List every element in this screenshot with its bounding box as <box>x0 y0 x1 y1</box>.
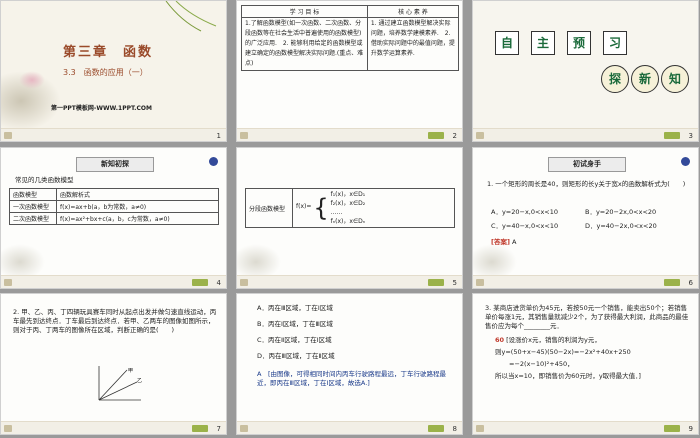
slide-thumbnail-3[interactable]: 自 主 预 习 探 新 知 3 <box>472 0 699 142</box>
brace-symbol: { <box>313 194 329 222</box>
option-b: B．丙在Ⅰ区域，丁在Ⅲ区域 <box>257 320 333 328</box>
home-icon[interactable] <box>240 132 248 139</box>
slide-thumbnail-2[interactable]: 学 习 目 标 核 心 素 养 1.了解函数模型(如一次函数、二次函数、分段函数… <box>236 0 463 142</box>
graph-label-yi: 乙 <box>137 377 142 384</box>
nav-button[interactable] <box>428 132 444 139</box>
piecewise-fx: f(x)= <box>296 203 312 210</box>
slide-number: 2 <box>452 132 457 140</box>
home-icon[interactable] <box>476 132 484 139</box>
objectives-header: 学 习 目 标 <box>241 5 368 18</box>
option-c: C．y=40−x,0<x<10 <box>491 222 559 230</box>
home-icon[interactable] <box>240 425 248 432</box>
badge-icon <box>209 157 218 166</box>
section-ribbon: 初试身手 <box>548 157 626 172</box>
solution-line: 则y=(50+x−45)(50−2x)=−2x²+40x+250 <box>495 348 631 356</box>
slide-number: 9 <box>688 425 693 433</box>
table-row: 一次函数模型 f(x)=ax+b(a，b为常数，a≠0) <box>9 200 219 213</box>
section-title: 3.3 函数的应用（一） <box>63 68 148 77</box>
slide-thumbnail-6[interactable]: 初试身手 1. 一个矩形的周长是40，则矩形的长y关于宽x的函数解析式为( ) … <box>472 147 699 289</box>
graph-label-jia: 甲 <box>128 368 133 374</box>
slide-number: 7 <box>216 425 221 433</box>
title-char: 自 <box>495 31 519 55</box>
title-char: 知 <box>661 65 689 93</box>
home-icon[interactable] <box>4 425 12 432</box>
content-title: 常见的几类函数模型 <box>15 176 74 184</box>
nav-button[interactable] <box>664 425 680 432</box>
option-d: D．丙在Ⅲ区域，丁在Ⅱ区域 <box>257 352 335 360</box>
slide-footer: 3 <box>473 128 698 141</box>
option-a: A．y=20−x,0<x<10 <box>491 208 559 216</box>
slide-thumbnail-9[interactable]: 3. 某商店进货单价为45元，若按50元一个销售，能卖出50个；若销售单价每涨1… <box>472 293 699 435</box>
lotus-decoration <box>19 71 45 89</box>
slide-footer: 6 <box>473 275 698 288</box>
nav-button[interactable] <box>664 279 680 286</box>
slide-footer: 1 <box>1 128 226 141</box>
home-icon[interactable] <box>4 132 12 139</box>
nav-button[interactable] <box>664 132 680 139</box>
title-char: 探 <box>601 65 629 93</box>
nav-button[interactable] <box>428 279 444 286</box>
table-header: 函数模型 <box>9 188 57 201</box>
literacy-header: 核 心 素 养 <box>366 5 460 18</box>
table-row: 二次函数模型 f(x)=ax²+bx+c(a，b，c为常数，a≠0) <box>9 212 219 225</box>
question-text: 3. 某商店进货单价为45元，若按50元一个销售，能卖出50个；若销售单价每涨1… <box>485 304 689 330</box>
solution-line: [设涨价x元，销售的利润为y元， <box>506 336 601 344</box>
objectives-text: 1.了解函数模型(如一次函数、二次函数、分段函数等在社会生活中普遍使用的函数模型… <box>241 17 368 71</box>
table-header: 函数解析式 <box>56 188 219 201</box>
template-source-text: 第一PPT模板网-WWW.1PPT.COM <box>51 105 152 112</box>
slide-number: 8 <box>452 425 457 433</box>
nav-button[interactable] <box>428 425 444 432</box>
slide-thumbnail-5[interactable]: 分段函数模型 f(x)= { f₁(x)，x∈D₁ f₂(x)，x∈D₂ …… … <box>236 147 463 289</box>
piecewise-label: 分段函数模型 <box>245 188 293 228</box>
home-icon[interactable] <box>240 279 248 286</box>
slide-number: 1 <box>216 132 221 140</box>
option-c: C．丙在Ⅱ区域，丁在Ⅰ区域 <box>257 336 332 344</box>
question-text: 1. 一个矩形的周长是40，则矩形的长y关于宽x的函数解析式为( ) <box>487 180 686 188</box>
slide-number: 5 <box>452 279 457 287</box>
badge-icon <box>681 157 690 166</box>
title-char: 预 <box>567 31 591 55</box>
solution-line: 所以当x=10，即销售价为60元时，y取得最大值．] <box>495 372 641 380</box>
motion-graph: 甲 乙 <box>98 366 142 401</box>
slide-thumbnail-1[interactable]: 第三章 函数 3.3 函数的应用（一） 第一PPT模板网-WWW.1PPT.CO… <box>0 0 227 142</box>
literacy-text: 1. 通过建立函数模型解决实际问题，培养数学建模素养. 2. 借助实际问题中的最… <box>366 17 460 71</box>
slide-footer: 9 <box>473 421 698 434</box>
slide-footer: 5 <box>237 275 462 288</box>
option-b: B．y=20−2x,0<x<20 <box>585 208 657 216</box>
title-char: 主 <box>531 31 555 55</box>
section-ribbon: 新知初探 <box>76 157 154 172</box>
nav-button[interactable] <box>192 279 208 286</box>
nav-button[interactable] <box>192 425 208 432</box>
slide-number: 6 <box>688 279 693 287</box>
home-icon[interactable] <box>476 279 484 286</box>
solution-line: =−2(x−10)²+450， <box>509 360 574 368</box>
slide-number: 4 <box>216 279 221 287</box>
home-icon[interactable] <box>476 425 484 432</box>
slide-footer: 7 <box>1 421 226 434</box>
slide-footer: 2 <box>237 128 462 141</box>
question-text: 2. 甲、乙、丙、丁四辆玩具赛车同时从起点出发并做匀速直线运动，丙车最先到达终点… <box>13 308 217 334</box>
chapter-title: 第三章 函数 <box>63 45 154 60</box>
answer-value: 60 <box>495 336 505 344</box>
option-a: A．丙在Ⅲ区域，丁在Ⅰ区域 <box>257 304 333 312</box>
home-icon[interactable] <box>4 279 12 286</box>
slide-thumbnail-8[interactable]: A．丙在Ⅲ区域，丁在Ⅰ区域 B．丙在Ⅰ区域，丁在Ⅲ区域 C．丙在Ⅱ区域，丁在Ⅰ区… <box>236 293 463 435</box>
option-d: D．y=40−2x,0<x<20 <box>585 222 657 230</box>
title-char: 习 <box>603 31 627 55</box>
slide-footer: 8 <box>237 421 462 434</box>
willow-branch-decoration <box>161 1 221 41</box>
slide-number: 3 <box>688 132 693 140</box>
piecewise-table: 分段函数模型 f(x)= { f₁(x)，x∈D₁ f₂(x)，x∈D₂ …… … <box>245 188 455 228</box>
slide-thumbnail-4[interactable]: 新知初探 常见的几类函数模型 函数模型 函数解析式 一次函数模型 f(x)=ax… <box>0 147 227 289</box>
title-char: 新 <box>631 65 659 93</box>
slide-thumbnail-7[interactable]: 2. 甲、乙、丙、丁四辆玩具赛车同时从起点出发并做匀速直线运动，丙车最先到达终点… <box>0 293 227 435</box>
function-model-table: 函数模型 函数解析式 一次函数模型 f(x)=ax+b(a，b为常数，a≠0) … <box>9 188 219 225</box>
slide-footer: 4 <box>1 275 226 288</box>
explanation-text: A [由图像，可得相同时间内丙车行驶路程最远，丁车行驶路程最近，即丙在Ⅲ区域，丁… <box>257 370 446 387</box>
answer-value: A <box>512 238 517 246</box>
objectives-table: 学 习 目 标 核 心 素 养 1.了解函数模型(如一次函数、二次函数、分段函数… <box>241 5 460 71</box>
